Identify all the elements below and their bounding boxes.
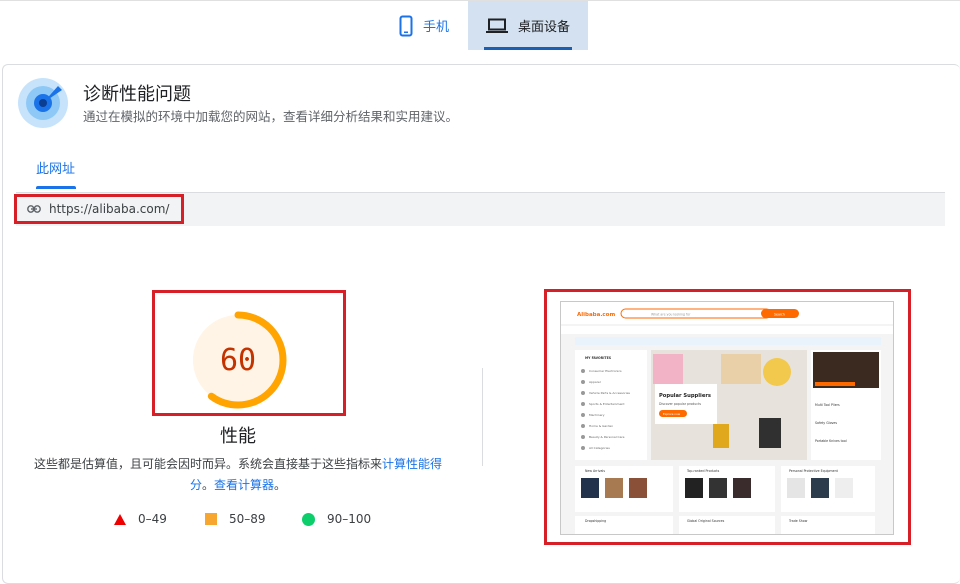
thumb-sidebar-title: MY FAVORITES — [585, 356, 612, 360]
page-screenshot-thumbnail: Alibaba.com What are you looking for Sea… — [560, 301, 894, 535]
section-divider — [482, 368, 483, 466]
legend-pass-range: 90–100 — [327, 512, 372, 526]
thumb-section-title: Top-ranked Products — [686, 469, 720, 473]
tab-desktop[interactable]: 桌面设备 — [468, 1, 588, 50]
legend-pass: 90–100 — [302, 512, 371, 526]
thumb-sidebar-item: Consumer Electronics — [589, 369, 622, 373]
performance-label: 性能 — [220, 426, 256, 447]
thumb-right-item: Multi Tool Pliers — [815, 403, 840, 407]
thumb-section-title: Global Original Sources — [687, 519, 725, 523]
tab-this-url[interactable]: 此网址 — [36, 158, 75, 177]
thumbnail-graphic: Alibaba.com What are you looking for Sea… — [561, 302, 893, 534]
active-tab-indicator — [484, 47, 572, 50]
thumb-section-title: Trade Show — [788, 519, 808, 523]
thumb-sidebar-item: Vehicle Parts & Accessories — [589, 391, 630, 395]
legend-fail-range: 0–49 — [138, 512, 167, 526]
triangle-icon — [114, 513, 126, 525]
url-highlight: https://alibaba.com/ — [14, 194, 184, 224]
link-icon — [27, 205, 41, 213]
thumb-banner-title: Popular Suppliers — [659, 393, 711, 399]
thumb-section-title: New Arrivals — [585, 469, 605, 473]
thumb-sidebar-item: Machinery — [589, 413, 605, 417]
circle-icon — [302, 512, 315, 526]
thumb-sidebar-item: Sports & Entertainment — [589, 402, 625, 406]
description-text: 这些都是估算值，且可能会因时而异。系统会直接基于这些指标来 — [33, 457, 382, 471]
score-description: 这些都是估算值，且可能会因时而异。系统会直接基于这些指标来计算性能得分。查看计算… — [30, 454, 446, 496]
thumb-section-title: Personal Protective Equipment — [789, 469, 839, 473]
tab-this-url-indicator — [36, 186, 76, 189]
legend-average-range: 50–89 — [229, 512, 266, 526]
thumb-sidebar-item: Apparel — [589, 380, 601, 384]
tested-url[interactable]: https://alibaba.com/ — [49, 202, 169, 216]
thumb-logo: Alibaba.com — [577, 312, 615, 318]
thumb-sidebar-item: Beauty & Personal Care — [589, 435, 625, 439]
view-calculator-link[interactable]: 查看计算器 — [214, 478, 274, 492]
section-title: 诊断性能问题 — [83, 84, 191, 105]
thumb-banner-button: Explore now — [663, 412, 681, 416]
thumb-banner-subtitle: Discover popular products — [659, 402, 701, 406]
thumb-sidebar-item: All Categories — [589, 446, 610, 450]
device-tabbar: 手机 桌面设备 — [0, 0, 960, 50]
performance-score: 60 — [219, 342, 257, 378]
legend-average: 50–89 — [205, 512, 266, 526]
legend-fail: 0–49 — [114, 512, 167, 526]
thumb-search-placeholder: What are you looking for — [651, 313, 691, 317]
thumb-search-button: Search — [774, 313, 785, 317]
description-period-2: 。 — [274, 478, 287, 492]
description-period: 。 — [201, 478, 214, 492]
tab-mobile[interactable]: 手机 — [380, 1, 468, 50]
lighthouse-diagnostics-icon — [18, 78, 68, 128]
thumb-section-title: Dropshipping — [585, 519, 606, 523]
section-subtitle: 通过在模拟的环境中加载您的网站，查看详细分析结果和实用建议。 — [83, 109, 459, 124]
thumb-sidebar-item: Home & Garden — [589, 424, 613, 428]
phone-icon — [399, 15, 413, 36]
thumb-right-item: Portable Knives tool — [815, 439, 847, 443]
laptop-icon — [485, 18, 508, 33]
tab-mobile-label: 手机 — [422, 20, 449, 35]
tab-desktop-label: 桌面设备 — [517, 20, 570, 35]
thumb-right-item: Safety Gloves — [815, 421, 837, 425]
square-icon — [205, 513, 217, 525]
